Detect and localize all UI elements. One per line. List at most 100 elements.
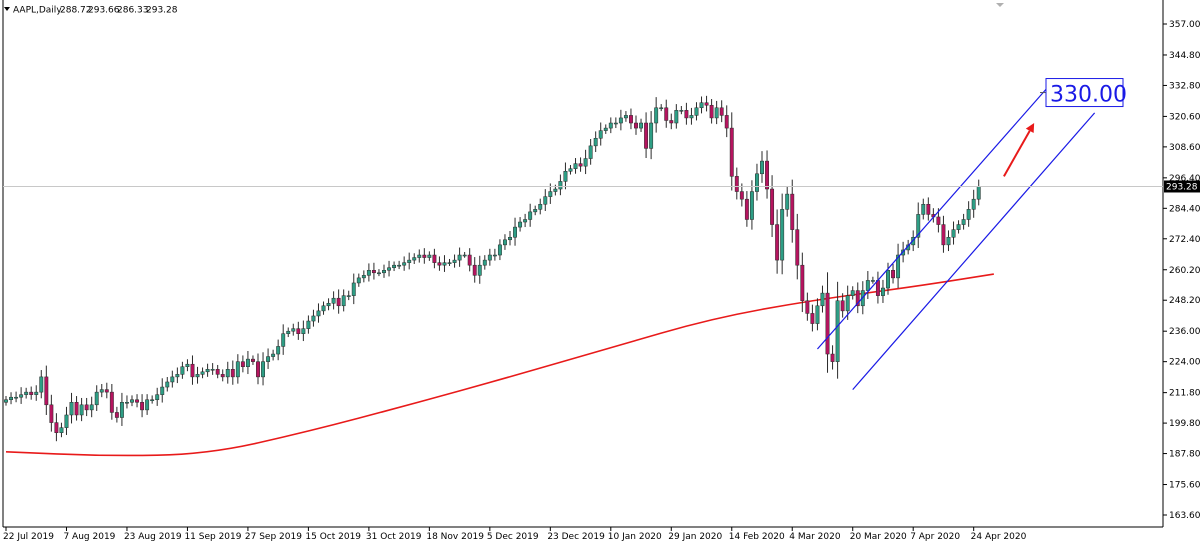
candle-body-bear [104,389,109,393]
candle-body-bear [704,102,709,106]
candle-body-bear [215,369,220,375]
x-tick-label: 7 Aug 2019 [63,532,115,542]
x-tick-label: 31 Oct 2019 [366,532,422,542]
open-value: 288.72 [60,6,92,16]
candle-body-bear [230,369,235,378]
candle-body-bull [291,328,296,332]
candle-body-bull [331,297,336,304]
candle-body-bear [472,264,477,276]
candle-body-bull [321,305,326,312]
candle-body-bull [654,107,659,124]
candle-body-bull [785,193,790,210]
candle-body-bull [165,381,170,388]
candle-body-bear [296,328,301,334]
y-tick-label: 272.40 [1169,235,1200,245]
y-tick-label: 224.00 [1169,358,1200,368]
candle-body-bull [452,259,457,263]
candle-body-bull [402,262,407,266]
candle-body-bull [603,127,608,131]
candle-body-bull [623,115,628,119]
candle-body-bear [765,160,769,190]
candle-body-bull [119,402,124,418]
candle-body-bull [150,399,155,401]
x-tick-label: 5 Dec 2019 [487,532,539,542]
candle-body-bull [306,320,311,329]
candle-body-bull [598,130,603,139]
candle-body-bull [195,374,200,378]
candle-body-bull [412,257,417,261]
candle-body-bull [618,117,623,124]
chart-canvas[interactable]: 330.00 357.00344.80332.80320.60308.60296… [0,0,1200,543]
x-tick-label: 4 Mar 2020 [789,532,841,542]
candle-body-bull [870,280,875,282]
candle-body-bull [160,386,165,395]
candle-body-bull [311,315,316,322]
candle-body-bull [487,254,492,261]
y-tick-label: 357.00 [1169,20,1200,30]
candle-body-bull [447,262,452,264]
x-tick-label: 22 Jul 2019 [3,532,54,542]
candle-body-bear [251,358,255,362]
candle-body-bull [19,394,24,398]
candle-body-bull [674,110,679,124]
candle-body-bull [613,122,618,125]
candle-body-bull [155,394,160,400]
candle-body-bull [346,295,351,297]
candle-body-bull [392,264,397,268]
candle-body-bull [815,305,820,324]
candle-body-bear [669,120,674,124]
candle-body-bear [926,204,931,215]
candle-body-bear [739,191,744,200]
candle-body-bull [301,328,306,334]
candle-body-bull [180,366,185,375]
x-tick-label: 29 Jan 2020 [668,532,722,542]
candle-body-bull [679,110,684,112]
candle-body-bull [281,333,286,347]
y-tick-label: 199.80 [1169,419,1200,429]
candle-body-bull [407,259,412,263]
candle-body-bear [256,361,260,378]
candle-body-bull [492,254,497,257]
candle-body-bear [724,115,729,129]
candle-body-bull [966,209,971,220]
candle-body-bull [593,137,598,147]
candle-body-bull [971,198,976,210]
candle-body-bull [397,264,402,267]
high-value: 293.66 [88,6,120,16]
candle-body-bear [664,107,669,121]
candle-body-bull [366,270,371,276]
candle-body-bull [497,244,502,256]
candle-body-bear [891,270,895,279]
candle-body-bull [210,369,215,371]
candle-body-bull [951,229,956,238]
candle-body-bear [830,353,835,362]
y-tick-label: 163.60 [1169,511,1200,521]
candle-body-bear [44,376,49,406]
candle-body-bull [316,310,321,317]
x-tick-label: 23 Aug 2019 [124,532,182,542]
candle-body-bull [760,160,764,175]
low-value: 286.33 [117,6,149,16]
candle-body-bull [528,211,533,220]
candle-body-bull [477,264,482,276]
candle-body-bull [39,376,44,393]
target-price-label: 330.00 [1050,83,1127,108]
x-tick-label: 23 Dec 2019 [547,532,605,542]
candle-body-bear [936,216,941,225]
candle-body-bull [286,330,291,334]
candle-body-bull [755,173,759,192]
price-chart[interactable]: 330.00 357.00 344.80 332.80 320.60 308.60 296… [0,0,1200,543]
candle-body-bull [976,186,981,200]
candle-body-bear [190,363,195,378]
x-tick-label: 15 Oct 2019 [305,532,361,542]
candle-body-bull [356,277,361,284]
candle-body-bear [437,262,442,266]
candle-body-bull [749,191,754,220]
candle-body-bull [588,145,593,159]
candle-body-bear [644,122,649,149]
candle-body-bull [886,270,890,289]
candle-body-bull [276,346,281,355]
x-tick-label: 10 Jan 2020 [608,532,662,542]
candle-body-bull [956,224,961,230]
candle-body-bull [457,254,462,261]
